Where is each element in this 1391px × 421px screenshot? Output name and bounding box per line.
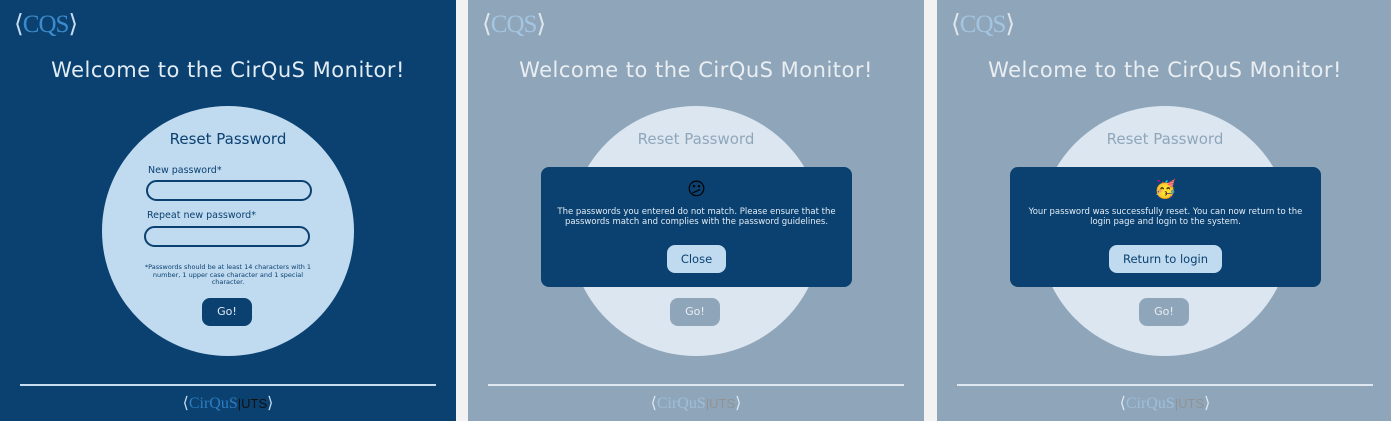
- footer-bracket-close: ⟩: [267, 395, 274, 412]
- close-button[interactable]: Close: [667, 245, 726, 273]
- repeat-password-label: Repeat new password*: [147, 210, 256, 221]
- logo-bracket-open: ⟨: [14, 11, 24, 38]
- logo-bracket-close: ⟩: [68, 11, 78, 38]
- return-to-login-button[interactable]: Return to login: [1109, 245, 1222, 273]
- repeat-password-input[interactable]: [144, 226, 310, 247]
- mismatch-message: The passwords you entered do not match. …: [557, 207, 836, 227]
- password-reset-success-screen: ⟨CQS⟩ Welcome to the CirQuS Monitor! Res…: [937, 0, 1391, 421]
- password-guidelines-note: *Passwords should be at least 14 charact…: [144, 263, 312, 286]
- footer-uts: UTS: [241, 396, 268, 411]
- footer-divider: [20, 384, 436, 386]
- cqs-logo[interactable]: ⟨CQS⟩: [14, 9, 78, 39]
- success-message: Your password was successfully reset. Yo…: [1028, 207, 1303, 227]
- new-password-label: New password*: [148, 165, 222, 176]
- page-title: Welcome to the CirQuS Monitor!: [51, 58, 405, 82]
- logo-text: CQS: [22, 11, 70, 38]
- party-face-icon: 🥳: [1154, 179, 1177, 200]
- confused-face-icon: 😕: [687, 179, 706, 200]
- new-password-input[interactable]: [146, 180, 312, 201]
- password-mismatch-dialog: 😕 The passwords you entered do not match…: [541, 167, 852, 287]
- go-button[interactable]: Go!: [202, 298, 252, 326]
- reset-password-screen: ⟨CQS⟩ Welcome to the CirQuS Monitor! Res…: [0, 0, 456, 421]
- card-title: Reset Password: [169, 130, 287, 148]
- footer-logo: ⟨CirQuS|UTS⟩: [0, 393, 456, 413]
- password-mismatch-screen: ⟨CQS⟩ Welcome to the CirQuS Monitor! Res…: [468, 0, 924, 421]
- footer-cirqus: CirQuS: [188, 395, 238, 412]
- reset-success-dialog: 🥳 Your password was successfully reset. …: [1010, 167, 1321, 287]
